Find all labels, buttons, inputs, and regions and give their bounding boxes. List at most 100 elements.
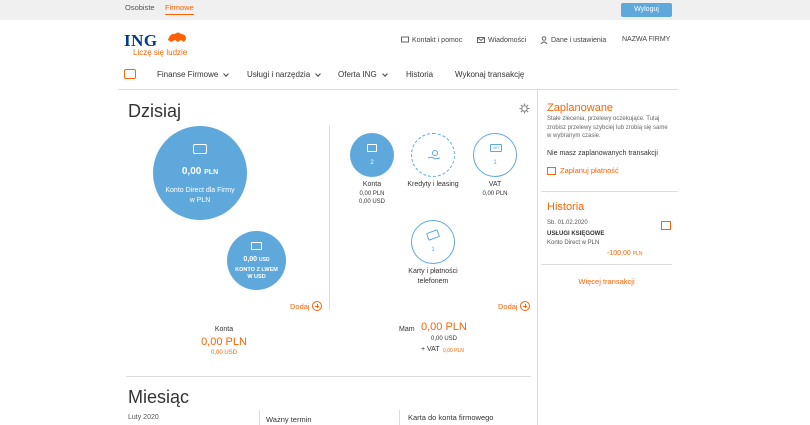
wallet-icon xyxy=(193,144,207,154)
wallet-icon xyxy=(251,242,262,250)
hand-coin-icon xyxy=(427,150,441,160)
logout-button[interactable]: Wyloguj xyxy=(621,3,672,17)
right-column-divider xyxy=(537,89,538,425)
home-icon[interactable] xyxy=(124,69,136,79)
calendar-icon xyxy=(547,166,556,175)
settings-link[interactable]: Dane i ustawienia xyxy=(540,36,606,44)
planned-empty: Nie masz zaplanowanych transakcji xyxy=(547,150,658,157)
main-account-balance: 0,00 PLN xyxy=(153,166,247,177)
nav-label: Historia xyxy=(406,70,434,79)
month-col-deadline: Ważny termin xyxy=(266,415,312,424)
month-col-card: Karta do konta firmowego xyxy=(408,413,494,422)
history-transaction-amount: -100,00 PLN xyxy=(607,250,642,257)
planned-description: Stałe zlecenia, przelewy oczekujące. Tut… xyxy=(547,116,668,139)
contact-link[interactable]: Kontakt i pomoc xyxy=(401,36,462,44)
gear-icon[interactable] xyxy=(519,103,530,114)
nav-label: Wykonaj transakcję xyxy=(455,70,525,79)
mam-vat-pln: 0,00 PLN xyxy=(443,348,464,354)
plus-icon xyxy=(519,301,530,311)
contact-label: Kontakt i pomoc xyxy=(412,36,463,44)
chevron-down-icon xyxy=(315,70,321,77)
usd-account-circle[interactable]: 0,00 USD KONTO Z LWEM W USD xyxy=(227,231,286,290)
product-accounts-usd: 0,00 USD xyxy=(358,199,385,205)
history-title: Historia xyxy=(547,201,585,213)
nav-label: Usługi i narzędzia xyxy=(247,70,311,79)
month-title: Miesiąc xyxy=(128,387,190,407)
currency: PLN xyxy=(632,251,643,257)
card-icon xyxy=(425,229,441,241)
history-date: Sb. 01.02.2020 xyxy=(547,220,588,226)
add-label: Dodaj xyxy=(498,301,518,311)
nav-label: Oferta ING xyxy=(338,70,377,79)
lion-logo-icon xyxy=(168,32,186,42)
product-credits-circle[interactable] xyxy=(411,133,455,177)
receipt-icon[interactable] xyxy=(661,221,671,230)
product-accounts-label: Konta xyxy=(362,181,382,188)
mam-vat-prefix: + VAT xyxy=(421,346,440,353)
mam-usd: 0,00 USD xyxy=(431,336,458,342)
vat-badge: VAT xyxy=(490,144,502,152)
accounts-summary-label: Konta xyxy=(214,326,234,333)
nav-divider xyxy=(118,89,678,90)
today-divider xyxy=(329,125,330,310)
currency: PLN xyxy=(204,169,219,176)
tab-business[interactable]: Firmowe xyxy=(165,3,194,15)
usd-account-balance: 0,00 USD xyxy=(227,256,286,263)
more-transactions-link[interactable]: Więcej transakcji xyxy=(541,277,672,286)
messages-label: Wiadomości xyxy=(488,36,527,44)
accounts-summary-usd: 0,00 USD xyxy=(210,350,237,356)
amount: 0,00 xyxy=(243,256,258,263)
mam-pln: 0,00 PLN xyxy=(421,321,467,333)
nav-uslugi[interactable]: Usługi i narzędzia xyxy=(247,70,321,79)
nav-transakcja[interactable]: Wykonaj transakcję xyxy=(455,70,524,79)
usd-account-name: KONTO Z LWEM W USD xyxy=(235,267,278,280)
schedule-payment-link[interactable]: Zaplanuj płatność xyxy=(547,166,619,175)
nav-oferta[interactable]: Oferta ING xyxy=(338,70,388,79)
month-divider xyxy=(399,410,400,425)
month-divider xyxy=(259,410,260,425)
today-title: Dzisiaj xyxy=(128,101,182,121)
product-vat-pln: 0,00 PLN xyxy=(482,191,508,197)
top-bar: Osobiste Firmowe Wyloguj xyxy=(0,0,810,20)
main-account-name: Konto Direct dla Firmy w PLN xyxy=(165,187,235,204)
nav-label: Finanse Firmowe xyxy=(157,70,219,79)
right-divider xyxy=(541,191,678,192)
history-transaction-name: USŁUGI KSIĘGOWE xyxy=(547,231,605,237)
add-label: Dodaj xyxy=(290,301,310,311)
main-account-circle[interactable]: 0,00 PLN Konto Direct dla Firmy w PLN xyxy=(153,126,247,220)
plus-icon xyxy=(311,301,322,311)
add-product-button[interactable]: Dodaj xyxy=(498,301,530,311)
vat-count: 1 xyxy=(493,160,497,166)
product-vat-circle[interactable]: VAT 1 xyxy=(473,133,517,177)
amount: -100,00 xyxy=(607,250,631,257)
accounts-count: 2 xyxy=(370,160,374,166)
nav-finanse[interactable]: Finanse Firmowe xyxy=(157,70,230,79)
messages-link[interactable]: Wiadomości xyxy=(477,36,526,44)
accounts-summary-pln: 0,00 PLN xyxy=(201,336,247,348)
brand-tagline: Liczę się ludzie xyxy=(133,48,188,57)
cards-count: 1 xyxy=(431,247,435,253)
section-divider xyxy=(126,376,531,377)
envelope-icon xyxy=(477,37,485,43)
product-accounts-circle[interactable]: 2 xyxy=(350,133,394,177)
settings-label: Dane i ustawienia xyxy=(551,36,607,44)
amount: 0,00 xyxy=(181,166,202,177)
chat-icon xyxy=(401,36,409,43)
month-date: Luty 2020 xyxy=(128,414,159,421)
user-icon xyxy=(540,36,548,44)
schedule-payment-label: Zaplanuj płatność xyxy=(560,166,619,175)
product-credits-label: Kredyty i leasing xyxy=(407,181,459,188)
chevron-down-icon xyxy=(381,70,388,77)
company-name[interactable]: NAZWA FIRMY xyxy=(622,36,670,43)
product-cards-circle[interactable]: 1 xyxy=(411,220,455,264)
product-cards-label: Karty i płatności telefonem xyxy=(408,268,458,285)
planned-title: Zaplanowane xyxy=(547,102,614,114)
product-accounts-pln: 0,00 PLN xyxy=(359,191,385,197)
nav-historia[interactable]: Historia xyxy=(406,70,433,79)
tab-personal[interactable]: Osobiste xyxy=(125,3,155,12)
add-account-button[interactable]: Dodaj xyxy=(290,301,322,311)
wallet-icon xyxy=(367,144,377,152)
product-vat-label: VAT xyxy=(488,181,502,188)
chevron-down-icon xyxy=(223,70,230,77)
currency: USD xyxy=(259,257,270,263)
